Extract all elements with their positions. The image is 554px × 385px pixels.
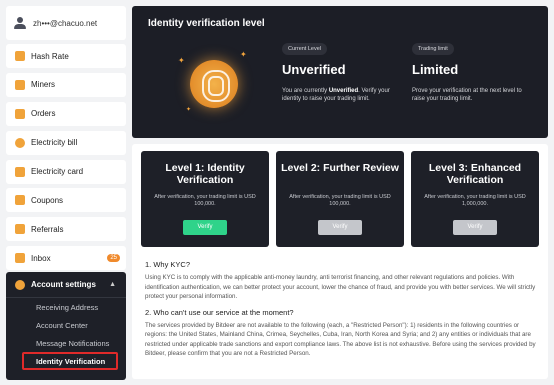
thumbs-up-icon (15, 224, 25, 235)
trading-limit-value: Limited (412, 62, 459, 77)
current-level-description: You are currently Unverified. Verify you… (282, 88, 390, 102)
card-icon (15, 166, 25, 177)
level-3-card: Level 3: Enhanced Verification After ver… (411, 151, 539, 247)
sidebar-item-label: Miners (31, 80, 56, 90)
sparkle-icon: ✦ (186, 107, 192, 113)
unread-badge: 25 (107, 254, 120, 263)
sidebar-item-label: Inbox (31, 253, 51, 263)
verification-hero: Identity verification level ✦ ✦ ✦ Curren… (132, 6, 548, 138)
faq-question: 1. Why KYC? (145, 260, 191, 269)
submenu-message-notifications[interactable]: Message Notifications (6, 334, 126, 352)
current-level-tag: Current Level (282, 43, 328, 55)
verify-level-2-button[interactable]: Verify (318, 220, 362, 235)
level-cards: Level 1: Identity Verification After ver… (141, 151, 539, 247)
faq-answer: The services provided by Bitdeer are not… (145, 321, 536, 358)
account-settings-header[interactable]: Account settings ▲ (6, 272, 126, 298)
gear-icon (15, 279, 25, 290)
hero-title: Identity verification level (148, 18, 265, 29)
submenu-receiving-address[interactable]: Receiving Address (6, 298, 126, 316)
sidebar-item-referrals[interactable]: Referrals (6, 217, 126, 242)
level-title: Level 3: Enhanced Verification (428, 162, 522, 186)
fingerprint-illustration: ✦ ✦ ✦ (178, 50, 248, 120)
level-description: After verification, your trading limit i… (424, 194, 526, 207)
sidebar: zh•••@chacuo.net Hash Rate Miners Orders… (6, 6, 126, 275)
main-content: Identity verification level ✦ ✦ ✦ Curren… (132, 6, 548, 379)
verification-panel: Level 1: Identity Verification After ver… (132, 144, 548, 379)
level-description: After verification, your trading limit i… (154, 194, 256, 207)
bill-icon (15, 137, 25, 148)
verify-level-1-button[interactable]: Verify (183, 220, 227, 235)
faq-answer: Using KYC is to comply with the applicab… (145, 274, 536, 300)
sidebar-item-coupons[interactable]: Coupons (6, 188, 126, 213)
sidebar-item-inbox[interactable]: Inbox 25 (6, 246, 126, 271)
sparkle-icon: ✦ (240, 50, 247, 59)
sidebar-item-label: Electricity card (31, 167, 84, 177)
inbox-icon (15, 253, 25, 264)
current-level-value: Unverified (282, 62, 346, 77)
app-root: zh•••@chacuo.net Hash Rate Miners Orders… (0, 0, 554, 385)
miner-icon (15, 79, 25, 90)
level-title: Level 1: Identity Verification (165, 162, 245, 186)
chevron-up-icon: ▲ (109, 281, 116, 288)
verify-level-3-button[interactable]: Verify (453, 220, 497, 235)
kyc-faq: 1. Why KYC? Using KYC is to comply with … (145, 260, 537, 365)
sidebar-item-electricity-bill[interactable]: Electricity bill (6, 130, 126, 155)
sidebar-item-label: Electricity bill (31, 138, 78, 148)
level-1-card: Level 1: Identity Verification After ver… (141, 151, 269, 247)
fingerprint-icon (190, 60, 238, 108)
user-icon (14, 17, 26, 29)
level-description: After verification, your trading limit i… (289, 194, 391, 207)
level-2-card: Level 2: Further Review After verificati… (276, 151, 404, 247)
sparkle-icon: ✦ (178, 56, 185, 65)
sidebar-item-miners[interactable]: Miners (6, 72, 126, 97)
sidebar-item-label: Coupons (31, 195, 64, 205)
account-settings-menu: Account settings ▲ Receiving Address Acc… (6, 272, 126, 380)
submenu-identity-verification[interactable]: Identity Verification (22, 352, 118, 370)
sidebar-item-electricity-card[interactable]: Electricity card (6, 159, 126, 184)
sidebar-item-orders[interactable]: Orders (6, 101, 126, 126)
sidebar-item-hash-rate[interactable]: Hash Rate (6, 44, 126, 68)
sidebar-item-label: Referrals (31, 224, 64, 234)
trading-limit-tag: Trading limit (412, 43, 454, 55)
submenu-account-center[interactable]: Account Center (6, 316, 126, 334)
chart-icon (15, 51, 25, 61)
sidebar-item-label: Orders (31, 109, 56, 119)
orders-icon (15, 108, 25, 119)
level-title: Level 2: Further Review (281, 162, 399, 174)
coupon-icon (15, 195, 25, 206)
account-settings-label: Account settings (31, 280, 96, 289)
trading-limit-description: Prove your verification at the next leve… (412, 88, 522, 102)
user-profile[interactable]: zh•••@chacuo.net (6, 6, 126, 40)
faq-question: 2. Who can't use our service at the mome… (145, 307, 294, 317)
sidebar-item-label: Hash Rate (31, 51, 69, 61)
user-email: zh•••@chacuo.net (33, 18, 98, 28)
